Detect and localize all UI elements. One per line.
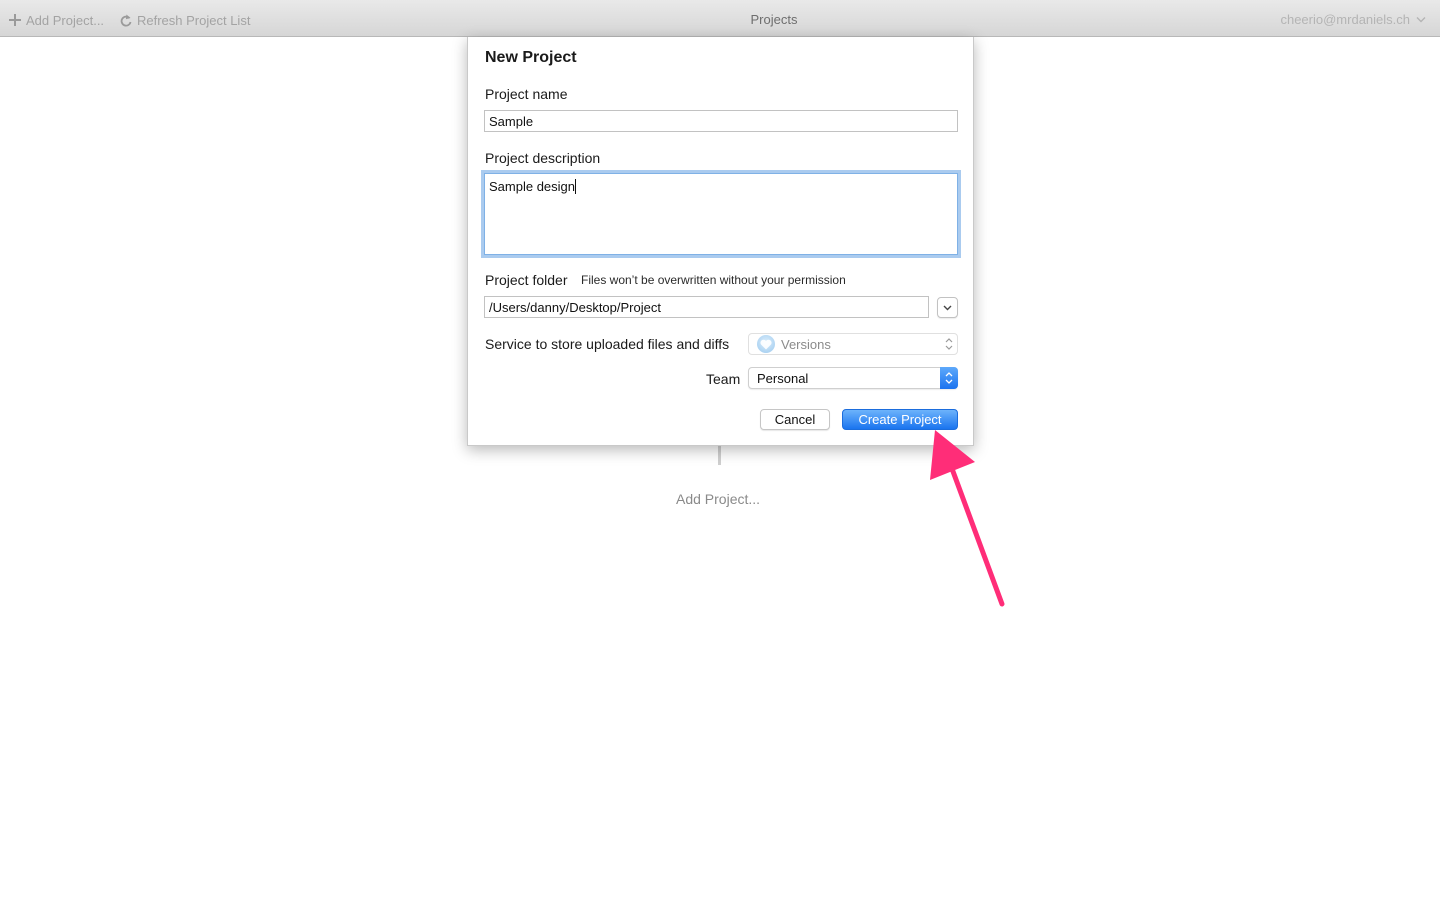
text-caret bbox=[575, 179, 576, 194]
project-name-input[interactable]: Sample bbox=[484, 110, 958, 132]
service-label: Service to store uploaded files and diff… bbox=[485, 336, 730, 352]
service-select[interactable]: Versions bbox=[748, 333, 958, 355]
dialog-title: New Project bbox=[485, 49, 577, 66]
project-description-text: Sample design bbox=[489, 179, 575, 194]
user-email: cheerio@mrdaniels.ch bbox=[1280, 12, 1410, 27]
new-project-dialog: New Project Project name Sample Project … bbox=[467, 37, 974, 446]
window-title-wrap: Projects bbox=[0, 12, 1440, 27]
up-down-arrows-icon bbox=[940, 367, 958, 389]
team-label: Team bbox=[706, 371, 741, 387]
add-project-link[interactable]: Add Project... bbox=[676, 491, 760, 507]
chevron-down-icon bbox=[1416, 16, 1426, 23]
window-title: Projects bbox=[750, 12, 798, 27]
cancel-button[interactable]: Cancel bbox=[760, 409, 830, 430]
project-folder-dropdown-button[interactable] bbox=[937, 297, 958, 318]
create-project-button[interactable]: Create Project bbox=[842, 409, 958, 430]
user-menu[interactable]: cheerio@mrdaniels.ch bbox=[1280, 12, 1426, 27]
toolbar: Add Project... Refresh Project List Proj… bbox=[0, 0, 1440, 37]
project-description-textarea[interactable]: Sample design bbox=[484, 173, 958, 255]
team-select[interactable]: Personal bbox=[748, 367, 958, 389]
versions-logo-icon bbox=[757, 335, 775, 353]
annotation-arrow-shaft bbox=[948, 463, 1005, 607]
project-description-label: Project description bbox=[485, 150, 601, 166]
service-select-value: Versions bbox=[781, 336, 831, 352]
team-select-value: Personal bbox=[757, 370, 809, 386]
project-folder-input[interactable]: /Users/danny/Desktop/Project bbox=[484, 296, 929, 318]
project-folder-label: Project folder bbox=[485, 272, 568, 288]
project-folder-note: Files won’t be overwritten without your … bbox=[581, 273, 846, 287]
project-name-label: Project name bbox=[485, 86, 568, 102]
up-down-arrows-icon bbox=[945, 336, 953, 352]
chevron-down-icon bbox=[943, 305, 952, 311]
